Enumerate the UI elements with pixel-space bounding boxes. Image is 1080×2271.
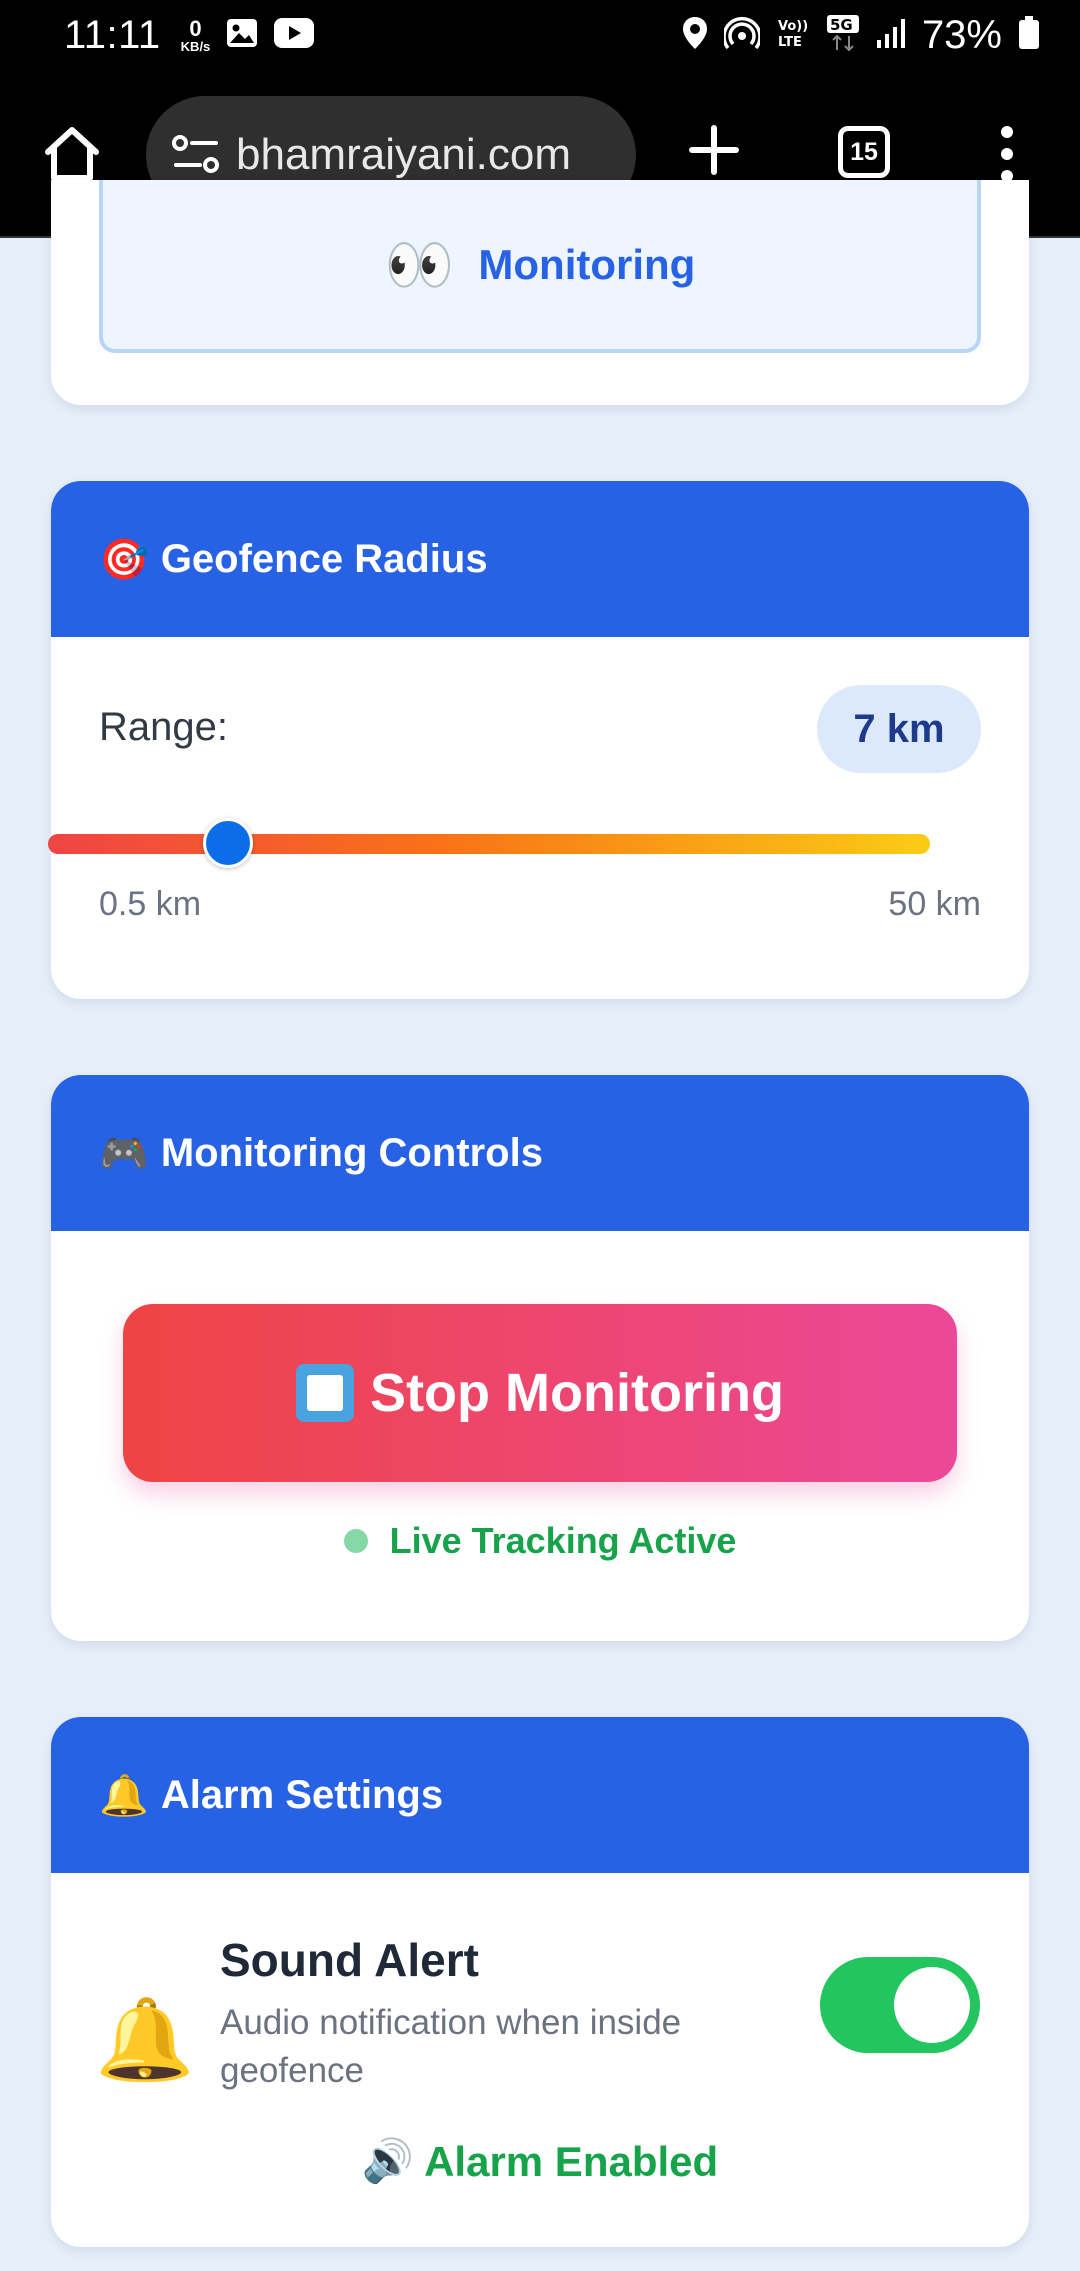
image-icon: [226, 18, 258, 53]
sound-alert-title: Sound Alert: [220, 1934, 479, 1986]
5g-icon: 5G: [826, 14, 860, 57]
toggle-knob: [894, 1967, 970, 2043]
signal-icon: [876, 18, 906, 53]
sound-alert-description: Audio notification when inside geofence: [220, 2003, 682, 2091]
range-label: Range:: [99, 705, 228, 749]
slider-thumb[interactable]: [202, 818, 253, 868]
sound-alert-toggle[interactable]: [820, 1957, 980, 2053]
alarm-header: 🔔 Alarm Settings: [51, 1717, 1029, 1873]
site-settings-icon[interactable]: [170, 133, 222, 177]
target-icon: 🎯: [99, 537, 149, 582]
url-text: bhamraiyani.com: [236, 130, 572, 179]
home-button[interactable]: [40, 122, 104, 186]
geofence-card: 🎯 Geofence Radius Range: 7 km 0.5 km 50 …: [51, 481, 1029, 999]
tab-switcher-button[interactable]: 15: [838, 126, 890, 178]
stop-icon: [296, 1364, 355, 1422]
bell-icon: 🔔: [99, 1773, 149, 1818]
menu-dot-icon: [1001, 148, 1013, 160]
controls-card: 🎮 Monitoring Controls Stop Monitoring Li…: [51, 1075, 1029, 1641]
live-dot-icon: [343, 1529, 368, 1553]
eyes-icon: 👀: [384, 232, 455, 296]
battery-percent: 73%: [921, 12, 1002, 57]
range-value-badge: 7 km: [817, 685, 981, 773]
hotspot-icon: [722, 16, 762, 55]
gamepad-icon: 🎮: [99, 1131, 149, 1176]
status-card: 👀 Monitoring: [51, 180, 1029, 405]
live-status-text: Live Tracking Active: [389, 1520, 737, 1561]
status-bar: 11:11 0 KB/s Vo)) LTE 5G 73%: [0, 0, 1080, 70]
plus-icon: [689, 125, 739, 175]
home-icon: [45, 127, 99, 181]
location-icon: [682, 16, 708, 55]
alarm-title: Alarm Settings: [160, 1772, 444, 1817]
stop-monitoring-button[interactable]: Stop Monitoring: [123, 1304, 957, 1482]
alarm-enabled-text: Alarm Enabled: [424, 2137, 719, 2185]
youtube-icon: [274, 17, 315, 53]
radius-slider[interactable]: [48, 818, 930, 868]
menu-dot-icon: [1001, 126, 1013, 138]
svg-text:Vo)): Vo)): [778, 19, 808, 34]
speaker-icon: 🔊: [361, 2137, 415, 2184]
sound-alert-bell-icon: 🔔: [95, 1995, 195, 2084]
svg-text:5G: 5G: [830, 16, 853, 34]
range-max-label: 50 km: [888, 885, 981, 923]
network-speed: 0 KB/s: [180, 15, 211, 54]
monitoring-status-text: Monitoring: [478, 240, 696, 288]
alarm-enabled-status: 🔊 Alarm Enabled: [51, 2137, 1029, 2186]
range-min-label: 0.5 km: [99, 885, 202, 923]
alarm-card: 🔔 Alarm Settings 🔔 Sound Alert Audio not…: [51, 1717, 1029, 2247]
controls-title: Monitoring Controls: [160, 1130, 543, 1175]
new-tab-button[interactable]: [686, 122, 742, 178]
controls-header: 🎮 Monitoring Controls: [51, 1075, 1029, 1231]
clock: 11:11: [64, 12, 161, 57]
stop-button-label: Stop Monitoring: [370, 1363, 784, 1423]
svg-text:LTE: LTE: [778, 35, 802, 50]
monitoring-status-box: 👀 Monitoring: [99, 180, 981, 353]
more-menu-button[interactable]: [994, 126, 1020, 182]
geofence-title: Geofence Radius: [160, 536, 488, 581]
volte-icon: Vo)) LTE: [776, 16, 810, 55]
geofence-header: 🎯 Geofence Radius: [51, 481, 1029, 637]
live-status: Live Tracking Active: [51, 1520, 1029, 1562]
battery-icon: [1018, 15, 1040, 55]
